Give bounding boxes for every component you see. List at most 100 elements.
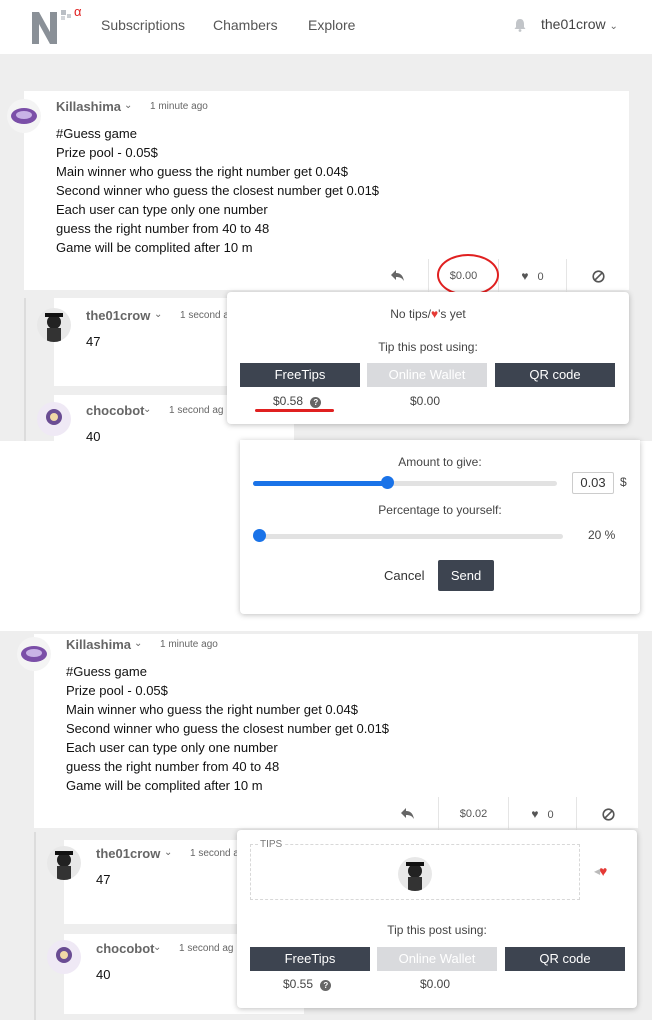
- highlight-underline: [255, 409, 334, 412]
- reply-author-avatar[interactable]: [47, 940, 81, 974]
- nav-chambers[interactable]: Chambers: [213, 17, 278, 33]
- caret-left-icon: ◀: [594, 867, 601, 876]
- freetips-balance-value: $0.55: [283, 977, 314, 991]
- reply-timestamp: 1 second a: [180, 310, 229, 321]
- post-body: #Guess game Prize pool - 0.05$ Main winn…: [66, 662, 606, 795]
- amount-input[interactable]: 0.03: [572, 472, 614, 494]
- reply-text: 40: [86, 429, 101, 444]
- help-icon[interactable]: ?: [320, 980, 332, 991]
- percentage-slider-handle[interactable]: [253, 529, 266, 542]
- amount-slider-handle[interactable]: [380, 476, 394, 489]
- post-author-avatar[interactable]: [7, 99, 41, 133]
- heart-icon: ♥: [521, 269, 529, 283]
- post-timestamp: 1 minute ago: [150, 101, 208, 112]
- reply-text: 47: [86, 334, 101, 349]
- post-body: #Guess game Prize pool - 0.05$ Main winn…: [56, 124, 596, 257]
- wallet-balance: $0.00: [420, 977, 451, 991]
- freetips-balance: $0.55 ?: [283, 977, 332, 991]
- no-tips-text: No tips/: [390, 307, 431, 321]
- reply-author[interactable]: chocobot: [86, 403, 145, 418]
- online-wallet-button[interactable]: Online Wallet: [377, 947, 497, 971]
- percentage-value: 20 %: [588, 528, 616, 542]
- thread-line: [24, 298, 26, 441]
- post-author[interactable]: Killashima: [66, 637, 131, 652]
- tips-heading: TIPS: [258, 839, 285, 850]
- percentage-label: Percentage to yourself:: [378, 503, 502, 517]
- like-button[interactable]: ♥ 0: [508, 797, 576, 831]
- cancel-button[interactable]: Cancel: [384, 568, 424, 583]
- reply-button[interactable]: [378, 797, 438, 831]
- chevron-down-icon[interactable]: ⌄: [154, 309, 162, 320]
- post-line: guess the right number from 40 to 48: [56, 221, 270, 236]
- user-menu[interactable]: the01crow ⌄: [541, 16, 618, 32]
- highlight-circle: [437, 254, 499, 296]
- post-line: Each user can type only one number: [56, 202, 268, 217]
- percentage-slider-track: [253, 534, 563, 539]
- qr-code-button[interactable]: QR code: [495, 363, 615, 387]
- block-icon: [592, 269, 605, 283]
- site-logo[interactable]: α: [30, 4, 90, 46]
- chevron-down-icon[interactable]: ⌄: [153, 942, 161, 953]
- chevron-down-icon[interactable]: ⌄: [134, 638, 142, 649]
- post-author[interactable]: Killashima: [56, 99, 121, 114]
- block-button[interactable]: [576, 797, 640, 831]
- tip-button[interactable]: $0.02: [438, 797, 508, 831]
- amount-label: Amount to give:: [398, 455, 482, 469]
- reply-author-avatar[interactable]: [47, 846, 81, 880]
- reply-timestamp: 1 second ag: [179, 943, 234, 954]
- like-button[interactable]: ♥ 0: [498, 259, 566, 293]
- reply-icon: [391, 270, 404, 282]
- post-line: guess the right number from 40 to 48: [66, 759, 280, 774]
- reply-author-avatar[interactable]: [37, 308, 71, 342]
- chevron-down-icon[interactable]: ⌄: [143, 404, 151, 415]
- block-button[interactable]: [566, 259, 630, 293]
- tip-amount: $0.02: [459, 808, 488, 820]
- tip-popup: TIPS ♥ ◀ Tip this post using: FreeTips O…: [237, 830, 637, 1008]
- post-action-bar: $0.00 ♥ 0: [368, 259, 630, 293]
- thread-line: [34, 832, 36, 1020]
- qr-code-button[interactable]: QR code: [505, 947, 625, 971]
- reply-author-avatar[interactable]: [37, 402, 71, 436]
- amount-panel: Amount to give: 0.03 $ Percentage to you…: [240, 440, 640, 614]
- reply-timestamp: 1 second ag: [169, 405, 224, 416]
- online-wallet-button[interactable]: Online Wallet: [367, 363, 487, 387]
- amount-slider[interactable]: [253, 476, 557, 490]
- freetips-balance: $0.58 ?: [273, 394, 322, 408]
- reply-text: 40: [96, 967, 111, 982]
- no-tips-suffix: 's yet: [438, 307, 466, 321]
- reply-author[interactable]: the01crow: [96, 846, 160, 861]
- post-action-bar: $0.02 ♥ 0: [378, 797, 640, 831]
- help-icon[interactable]: ?: [310, 397, 322, 408]
- freetips-button[interactable]: FreeTips: [240, 363, 360, 387]
- reply-author[interactable]: the01crow: [86, 308, 150, 323]
- reply-author[interactable]: chocobot: [96, 941, 155, 956]
- tip-using-label: Tip this post using:: [378, 340, 478, 354]
- chevron-down-icon[interactable]: ⌄: [124, 100, 132, 111]
- post-line: #Guess game: [66, 664, 147, 679]
- post-line: Game will be complited after 10 m: [56, 240, 253, 255]
- freetips-balance-value: $0.58: [273, 394, 304, 408]
- block-icon: [602, 807, 615, 821]
- tipper-avatar[interactable]: [398, 857, 432, 891]
- post-line: Each user can type only one number: [66, 740, 278, 755]
- post-line: Main winner who guess the right number g…: [56, 164, 348, 179]
- nav-subscriptions[interactable]: Subscriptions: [101, 17, 185, 33]
- amount-slider-fill: [253, 481, 387, 486]
- send-button[interactable]: Send: [438, 560, 494, 591]
- tip-using-label: Tip this post using:: [387, 923, 487, 937]
- percentage-slider[interactable]: [253, 529, 563, 543]
- top-nav: α Subscriptions Chambers Explore the01cr…: [0, 0, 652, 54]
- wallet-balance: $0.00: [410, 394, 441, 408]
- like-count: 0: [537, 271, 544, 283]
- post-author-avatar[interactable]: [17, 637, 51, 671]
- bell-icon[interactable]: [514, 19, 526, 32]
- nav-explore[interactable]: Explore: [308, 17, 355, 33]
- chevron-down-icon[interactable]: ⌄: [164, 847, 172, 858]
- post-line: Main winner who guess the right number g…: [66, 702, 358, 717]
- post-line: #Guess game: [56, 126, 137, 141]
- currency-label: $: [620, 475, 627, 489]
- heart-icon[interactable]: ♥: [599, 863, 607, 879]
- reply-button[interactable]: [368, 259, 428, 293]
- heart-icon: ♥: [531, 807, 539, 821]
- freetips-button[interactable]: FreeTips: [250, 947, 370, 971]
